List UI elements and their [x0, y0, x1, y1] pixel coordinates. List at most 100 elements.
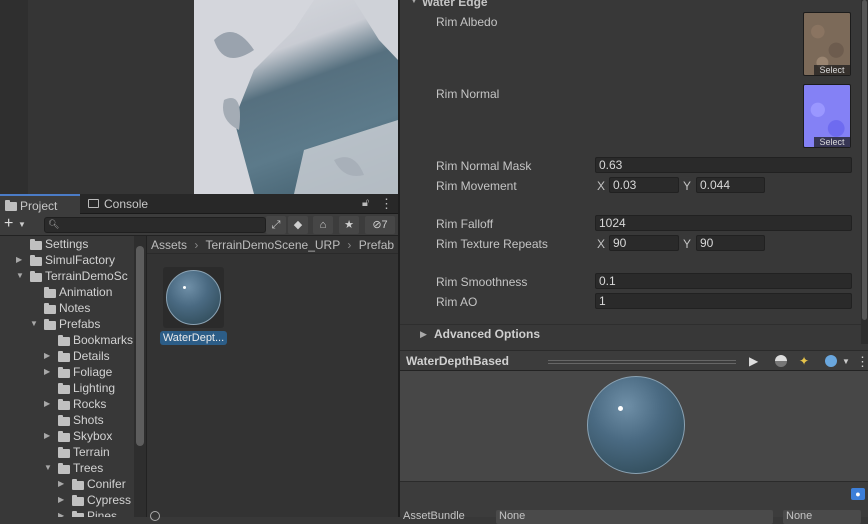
- tab-console[interactable]: Console: [84, 194, 164, 214]
- collapsed-arrow-icon[interactable]: ▶: [44, 368, 52, 376]
- tree-item-label: Details: [73, 349, 110, 363]
- tree-item[interactable]: ▶ Skybox: [0, 428, 134, 444]
- scene-left-strip: [0, 0, 28, 194]
- breadcrumb-item[interactable]: Assets: [151, 238, 187, 252]
- material-sphere-icon: [166, 270, 221, 325]
- tree-item[interactable]: Notes: [0, 300, 134, 316]
- collapsed-arrow-icon[interactable]: ▶: [44, 400, 52, 408]
- breadcrumb-item[interactable]: TerrainDemoScene_URP: [205, 238, 340, 252]
- hidden-packages-icon[interactable]: ⊘7: [365, 216, 395, 234]
- tree-item-label: Settings: [45, 237, 89, 251]
- tree-item[interactable]: ▶ Foliage: [0, 364, 134, 380]
- x-label: X: [597, 179, 606, 193]
- select-button[interactable]: Select: [814, 137, 850, 147]
- folder-icon: [44, 287, 56, 298]
- tree-item[interactable]: Terrain: [0, 444, 134, 460]
- label-filter-icon[interactable]: ⌂: [313, 216, 333, 234]
- search-input[interactable]: 🔍︎: [44, 217, 266, 233]
- inspector-scrollbar[interactable]: [861, 0, 868, 344]
- tree-item[interactable]: Shots: [0, 412, 134, 428]
- folder-icon: [58, 367, 70, 378]
- asset-bundle-variant-dropdown[interactable]: None: [783, 510, 861, 524]
- collapsed-arrow-icon[interactable]: ▶: [58, 480, 66, 488]
- tree-item[interactable]: Animation: [0, 284, 134, 300]
- rim-ao-label: Rim AO: [436, 295, 478, 309]
- tree-item-label: Lighting: [73, 381, 116, 395]
- tree-item-label: Pines: [87, 509, 118, 517]
- asset-thumbnail[interactable]: [163, 267, 224, 328]
- breadcrumb-item[interactable]: Prefab: [359, 238, 394, 252]
- tree-item[interactable]: ▼ Prefabs: [0, 316, 134, 332]
- add-icon[interactable]: +: [4, 215, 13, 233]
- asset-label[interactable]: WaterDept...: [160, 331, 227, 345]
- rim-repeats-y-field[interactable]: 90: [696, 235, 765, 251]
- collapsed-arrow-icon[interactable]: ▶: [58, 512, 66, 518]
- expanded-arrow-icon[interactable]: ▼: [44, 464, 52, 472]
- chevron-down-icon[interactable]: ▼: [842, 357, 850, 366]
- play-icon[interactable]: ▶: [749, 354, 758, 368]
- terrain-render: [194, 0, 398, 194]
- tree-item[interactable]: ▶ Pines: [0, 508, 134, 517]
- asset-bundle-bar: ● AssetBundle None None: [400, 481, 868, 524]
- x-label: X: [597, 237, 606, 251]
- tree-item-label: Notes: [59, 301, 91, 315]
- asset-bundle-dropdown[interactable]: None: [496, 510, 773, 524]
- folder-tree[interactable]: Settings ▶ SimulFactory ▼ TerrainDemoSc Anima…: [0, 236, 134, 517]
- scene-viewport[interactable]: [194, 0, 398, 194]
- tree-item[interactable]: Settings: [0, 236, 134, 252]
- rim-repeats-x-field[interactable]: 90: [609, 235, 679, 251]
- material-preview[interactable]: [400, 371, 868, 481]
- collapsed-arrow-icon[interactable]: ▶: [58, 496, 66, 504]
- more-menu-icon[interactable]: ⋮: [856, 354, 868, 370]
- expanded-arrow-icon[interactable]: ▼: [30, 320, 38, 328]
- rim-movement-x-field[interactable]: 0.03: [609, 177, 679, 193]
- tab-project[interactable]: Project: [0, 194, 80, 214]
- collapsed-arrow-icon[interactable]: ▶: [44, 432, 52, 440]
- tree-item[interactable]: ▶ Cypress: [0, 492, 134, 508]
- rim-smoothness-field[interactable]: 0.1: [595, 273, 852, 289]
- drag-handle[interactable]: [548, 360, 736, 364]
- tree-scrollbar[interactable]: [134, 236, 146, 517]
- lock-icon[interactable]: 🔓︎: [362, 197, 369, 210]
- tree-item[interactable]: ▼ Trees: [0, 460, 134, 476]
- more-menu-icon[interactable]: ⋮: [380, 196, 393, 212]
- select-button[interactable]: Select: [814, 65, 850, 75]
- tree-item[interactable]: Lighting: [0, 380, 134, 396]
- rim-albedo-texture[interactable]: Select: [803, 12, 851, 76]
- rim-movement-y-field[interactable]: 0.044: [696, 177, 765, 193]
- type-filter-icon[interactable]: ◆: [288, 216, 308, 234]
- collapsed-arrow-icon[interactable]: ▶: [44, 352, 52, 360]
- search-scope-icon[interactable]: ⤢: [266, 216, 286, 234]
- tree-item-label: Animation: [59, 285, 113, 299]
- scene-view[interactable]: [0, 0, 398, 194]
- hidden-count: 7: [381, 219, 388, 231]
- favorite-icon[interactable]: ★: [339, 216, 359, 234]
- collapsed-arrow-icon[interactable]: ▶: [16, 256, 24, 264]
- tag-icon[interactable]: ●: [851, 488, 865, 500]
- add-dropdown-icon[interactable]: ▼: [18, 220, 26, 229]
- background-icon[interactable]: [825, 355, 837, 367]
- tree-scroll-thumb[interactable]: [136, 246, 144, 446]
- tree-item[interactable]: ▶ SimulFactory: [0, 252, 134, 268]
- rim-falloff-field[interactable]: 1024: [595, 215, 852, 231]
- breadcrumb-separator-icon: ›: [194, 238, 199, 252]
- tree-item[interactable]: ▶ Conifer: [0, 476, 134, 492]
- expanded-arrow-icon[interactable]: ▼: [16, 272, 24, 280]
- tree-item-label: Bookmarks: [73, 333, 134, 347]
- advanced-options-foldout[interactable]: ▶ Advanced Options: [400, 324, 862, 344]
- breadcrumb-separator-icon: ›: [347, 238, 352, 252]
- y-label: Y: [683, 179, 692, 193]
- tree-item[interactable]: ▶ Details: [0, 348, 134, 364]
- rim-normal-texture[interactable]: Select: [803, 84, 851, 148]
- tree-item[interactable]: Bookmarks: [0, 332, 134, 348]
- tree-item[interactable]: ▶ Rocks: [0, 396, 134, 412]
- asset-path-icon: [150, 511, 160, 521]
- sphere-mesh-icon[interactable]: [775, 355, 787, 367]
- preview-title: WaterDepthBased: [406, 354, 509, 368]
- tree-item[interactable]: ▼ TerrainDemoSc: [0, 268, 134, 284]
- section-collapse-icon[interactable]: ▼: [410, 0, 418, 5]
- lighting-icon[interactable]: ✦: [799, 354, 809, 368]
- rim-normal-mask-field[interactable]: 0.63: [595, 157, 852, 173]
- rim-ao-field[interactable]: 1: [595, 293, 852, 309]
- inspector-scroll-thumb[interactable]: [862, 0, 867, 320]
